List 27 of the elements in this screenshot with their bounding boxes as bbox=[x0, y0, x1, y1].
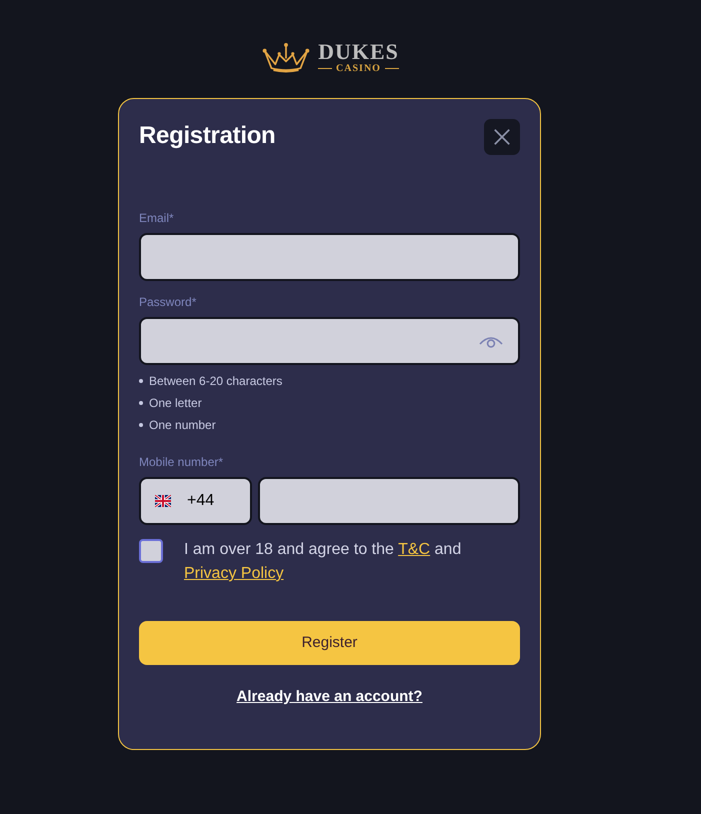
close-button[interactable] bbox=[484, 119, 520, 155]
field-label: Password* bbox=[139, 294, 198, 310]
phone-input[interactable] bbox=[258, 477, 520, 525]
logo-wordmark: DUKES bbox=[318, 42, 399, 62]
consent-text: I am over 18 and agree to the T&C and Privacy Policy bbox=[184, 540, 462, 584]
register-button[interactable]: Register bbox=[139, 621, 520, 665]
password-rule: Between 6-20 characters bbox=[149, 373, 282, 389]
email-input[interactable] bbox=[139, 233, 520, 281]
country-code-select[interactable]: +44 bbox=[139, 477, 252, 525]
login-link[interactable]: Already have an account? bbox=[236, 687, 422, 707]
eye-icon bbox=[479, 334, 503, 348]
close-icon bbox=[493, 128, 511, 146]
bullet-icon bbox=[139, 379, 143, 383]
consent-checkbox[interactable] bbox=[139, 539, 163, 563]
bullet-icon bbox=[139, 423, 143, 427]
password-rule: One letter bbox=[149, 395, 202, 411]
flag-icon bbox=[155, 495, 171, 507]
password-input[interactable] bbox=[139, 317, 520, 365]
field-label: Mobile number* bbox=[139, 454, 224, 470]
policy-link[interactable]: T&C bbox=[398, 541, 430, 558]
policy-link[interactable]: Privacy Policy bbox=[184, 565, 284, 582]
bullet-icon bbox=[139, 401, 143, 405]
field-label: Email* bbox=[139, 210, 175, 226]
dialog-title: Registration bbox=[139, 121, 276, 151]
crown-icon bbox=[260, 42, 312, 74]
logo-tagline: CASINO bbox=[318, 62, 399, 74]
password-rule: One number bbox=[149, 417, 216, 433]
